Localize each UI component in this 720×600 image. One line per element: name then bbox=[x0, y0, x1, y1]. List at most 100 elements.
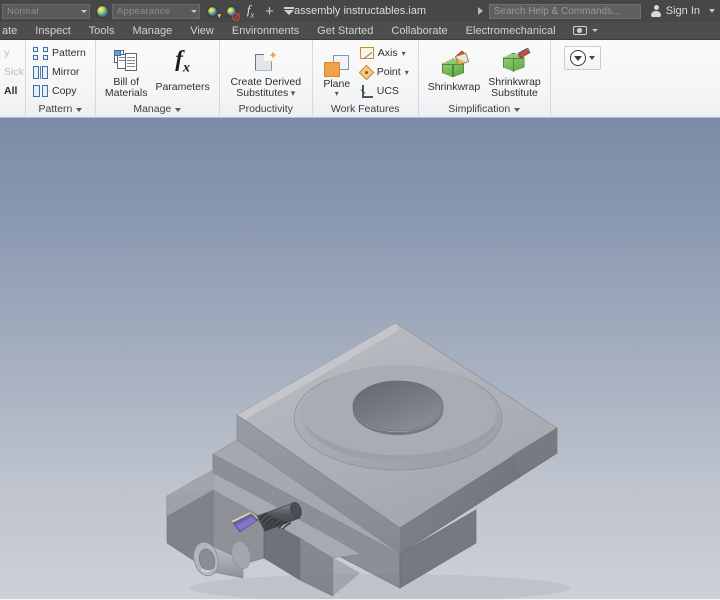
tab-manage[interactable]: Manage bbox=[123, 22, 181, 40]
bom-label-line2: Materials bbox=[105, 87, 148, 99]
add-command-icon[interactable]: + bbox=[261, 3, 278, 20]
work-point-button[interactable]: Point ▾ bbox=[358, 63, 413, 81]
ucs-button[interactable]: UCS bbox=[358, 82, 413, 100]
ribbon-tab-bar: ate Inspect Tools Manage View Environmen… bbox=[0, 22, 720, 40]
clipped-item-2[interactable]: Sick bbox=[2, 63, 23, 81]
chevron-down-icon bbox=[514, 108, 520, 112]
tab-view[interactable]: View bbox=[181, 22, 223, 40]
user-icon bbox=[651, 5, 662, 17]
shrinkwrap-sub-label-line2: Substitute bbox=[491, 87, 538, 99]
bill-of-materials-icon bbox=[113, 49, 139, 75]
search-placeholder: Search Help & Commands... bbox=[494, 6, 621, 17]
adjust-badge-icon: ▾ bbox=[217, 13, 221, 20]
appearance-combo-value: Appearance bbox=[117, 6, 188, 17]
chevron-down-icon bbox=[589, 56, 595, 60]
appearance-combo[interactable]: Appearance bbox=[112, 4, 200, 19]
work-plane-icon bbox=[324, 55, 349, 77]
capture-dropdown[interactable] bbox=[565, 26, 606, 35]
inventor-application-window: Normal Appearance ▾ fx + bbox=[0, 0, 720, 600]
derived-label-line1: Create Derived bbox=[230, 76, 301, 88]
work-axis-button[interactable]: Axis ▾ bbox=[358, 44, 413, 62]
point-label: Point bbox=[377, 67, 401, 78]
shrinkwrap-button[interactable]: Shrinkwrap bbox=[424, 50, 485, 94]
work-plane-button[interactable]: Plane ▾ bbox=[318, 47, 356, 98]
work-point-icon bbox=[360, 66, 373, 79]
pattern-button[interactable]: Pattern bbox=[31, 44, 90, 62]
tab-ate[interactable]: ate bbox=[0, 22, 26, 40]
appearance-sphere-icon[interactable] bbox=[94, 3, 111, 20]
create-derived-substitutes-icon: ✦ bbox=[253, 51, 279, 75]
mirror-label: Mirror bbox=[52, 67, 79, 78]
chevron-down-icon bbox=[76, 108, 82, 112]
title-bar: Normal Appearance ▾ fx + bbox=[0, 0, 720, 22]
model-canvas[interactable] bbox=[0, 118, 720, 599]
chevron-down-icon: ▾ bbox=[405, 68, 409, 77]
chevron-down-icon[interactable] bbox=[709, 9, 715, 13]
shrinkwrap-icon bbox=[440, 54, 468, 80]
tab-collaborate[interactable]: Collaborate bbox=[382, 22, 456, 40]
camera-icon bbox=[573, 26, 587, 35]
ribbon-panel-label-clipped bbox=[0, 102, 25, 117]
ribbon-panel-productivity: ✦ Create Derived Substitutes ▾ Productiv… bbox=[220, 40, 313, 117]
adjust-appearance-icon[interactable]: ▾ bbox=[204, 3, 221, 20]
derived-label-line2: Substitutes bbox=[236, 87, 288, 99]
tab-environments[interactable]: Environments bbox=[223, 22, 308, 40]
chevron-down-icon bbox=[175, 108, 181, 112]
clear-appearance-icon[interactable] bbox=[223, 3, 240, 20]
parameters-label: Parameters bbox=[155, 82, 209, 94]
material-combo-value: Normal bbox=[7, 6, 78, 17]
copy-icon bbox=[33, 85, 48, 97]
ucs-icon bbox=[360, 85, 373, 98]
circle-chevron-down-icon bbox=[570, 50, 586, 66]
chevron-down-icon bbox=[81, 10, 87, 13]
shrinkwrap-substitute-button[interactable]: Shrinkwrap Substitute bbox=[484, 45, 545, 100]
copy-button[interactable]: Copy bbox=[31, 82, 90, 100]
quick-access-toolbar: Normal Appearance ▾ fx + bbox=[0, 0, 298, 22]
ribbon-panel-label-manage[interactable]: Manage bbox=[96, 102, 219, 117]
bom-label-line1: Bill of bbox=[113, 76, 139, 88]
expand-arrow-icon[interactable] bbox=[478, 7, 483, 15]
work-axis-icon bbox=[360, 47, 374, 59]
chevron-down-icon[interactable]: ▾ bbox=[335, 90, 339, 97]
chevron-down-icon bbox=[191, 10, 197, 13]
tab-tools[interactable]: Tools bbox=[80, 22, 124, 40]
ribbon-panel-label-trailing bbox=[551, 102, 720, 117]
pattern-label: Pattern bbox=[52, 48, 86, 59]
appearance-dropdown-button[interactable] bbox=[564, 46, 601, 70]
parameters-fx-icon: fx bbox=[175, 47, 190, 81]
customize-qat-icon[interactable] bbox=[280, 3, 297, 20]
ribbon-panel-label-productivity[interactable]: Productivity bbox=[220, 102, 312, 117]
3d-model-viewport[interactable] bbox=[0, 118, 720, 599]
sign-in-button[interactable]: Sign In bbox=[651, 5, 700, 17]
ucs-label: UCS bbox=[377, 86, 399, 97]
shrinkwrap-label: Shrinkwrap bbox=[428, 82, 481, 94]
shrinkwrap-sub-label-line1: Shrinkwrap bbox=[488, 76, 541, 88]
shrinkwrap-substitute-icon bbox=[501, 49, 529, 75]
center-hole bbox=[353, 381, 443, 431]
chevron-down-icon: ▾ bbox=[402, 49, 406, 58]
ribbon-panel-simplification: Shrinkwrap Shrinkwrap Substitute bbox=[419, 40, 551, 117]
tab-electromechanical[interactable]: Electromechanical bbox=[457, 22, 565, 40]
tab-get-started[interactable]: Get Started bbox=[308, 22, 382, 40]
pattern-icon bbox=[33, 47, 48, 60]
clipped-item-1[interactable]: y bbox=[2, 44, 23, 62]
material-combo[interactable]: Normal bbox=[2, 4, 90, 19]
mirror-icon bbox=[33, 66, 48, 79]
bill-of-materials-button[interactable]: Bill of Materials bbox=[101, 45, 152, 100]
no-entry-badge-icon bbox=[232, 13, 240, 21]
ribbon-panel-manage: Bill of Materials fx Parameters Manage bbox=[96, 40, 220, 117]
mirror-button[interactable]: Mirror bbox=[31, 63, 90, 81]
copy-label: Copy bbox=[52, 86, 77, 97]
ribbon: y Sick All bbox=[0, 40, 720, 118]
axis-label: Axis bbox=[378, 48, 398, 59]
search-input[interactable]: Search Help & Commands... bbox=[489, 4, 641, 19]
ribbon-panel-label-pattern[interactable]: Pattern bbox=[26, 102, 95, 117]
create-derived-substitutes-button[interactable]: ✦ Create Derived Substitutes ▾ bbox=[225, 45, 307, 100]
tab-inspect[interactable]: Inspect bbox=[26, 22, 79, 40]
clipped-item-3[interactable]: All bbox=[2, 82, 23, 100]
parameters-fx-icon[interactable]: fx bbox=[242, 3, 259, 20]
ribbon-panel-label-simplification[interactable]: Simplification bbox=[419, 102, 550, 117]
parameters-button[interactable]: fx Parameters bbox=[151, 50, 213, 94]
sign-in-label: Sign In bbox=[666, 5, 700, 17]
ribbon-panel-label-work-features[interactable]: Work Features bbox=[313, 102, 418, 117]
